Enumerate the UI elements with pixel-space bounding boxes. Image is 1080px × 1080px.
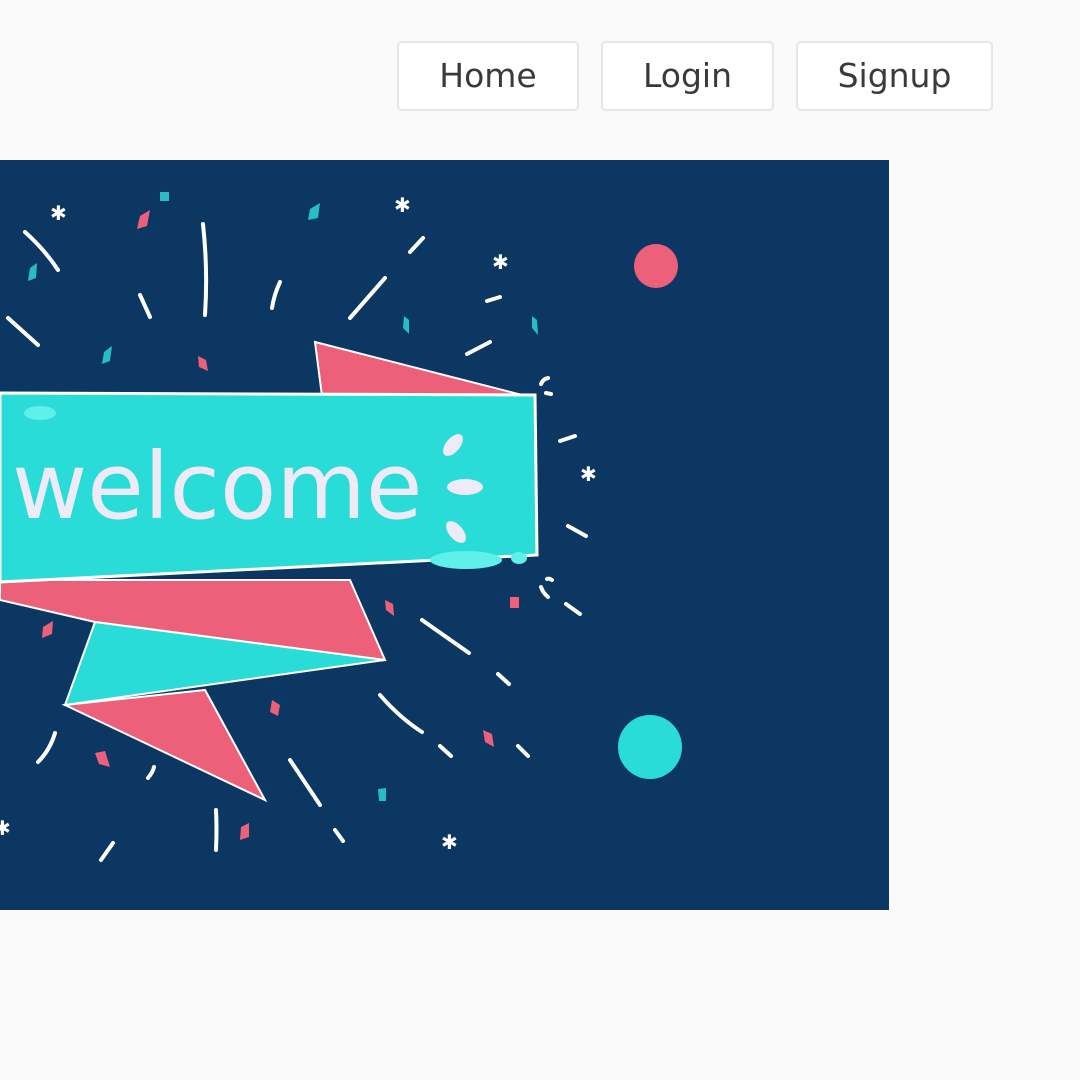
teal-dot [618,715,682,779]
sparkle-icon: ✱ [492,250,509,274]
ribbon-highlight [24,406,56,420]
welcome-banner-illustration: welcome ✱ ✱ ✱ ✱ ✱ ✱ [0,160,889,910]
accent-dash [447,479,483,495]
sparkle-icon: ✱ [441,830,458,854]
ribbon-highlight [430,551,502,569]
home-button[interactable]: Home [397,41,579,111]
sparkle-icon: ✱ [394,193,411,217]
welcome-banner-image: welcome ✱ ✱ ✱ ✱ ✱ ✱ [0,160,889,910]
top-navigation: Home Login Signup [0,0,1080,140]
sparkle-icon: ✱ [0,816,11,840]
sparkle-icon: ✱ [580,462,597,486]
pink-dot [634,244,678,288]
signup-button[interactable]: Signup [796,41,993,111]
sparkle-icon: ✱ [50,201,67,225]
ribbon-highlight [511,552,527,564]
login-button[interactable]: Login [601,41,774,111]
banner-welcome-text: welcome [12,433,423,540]
